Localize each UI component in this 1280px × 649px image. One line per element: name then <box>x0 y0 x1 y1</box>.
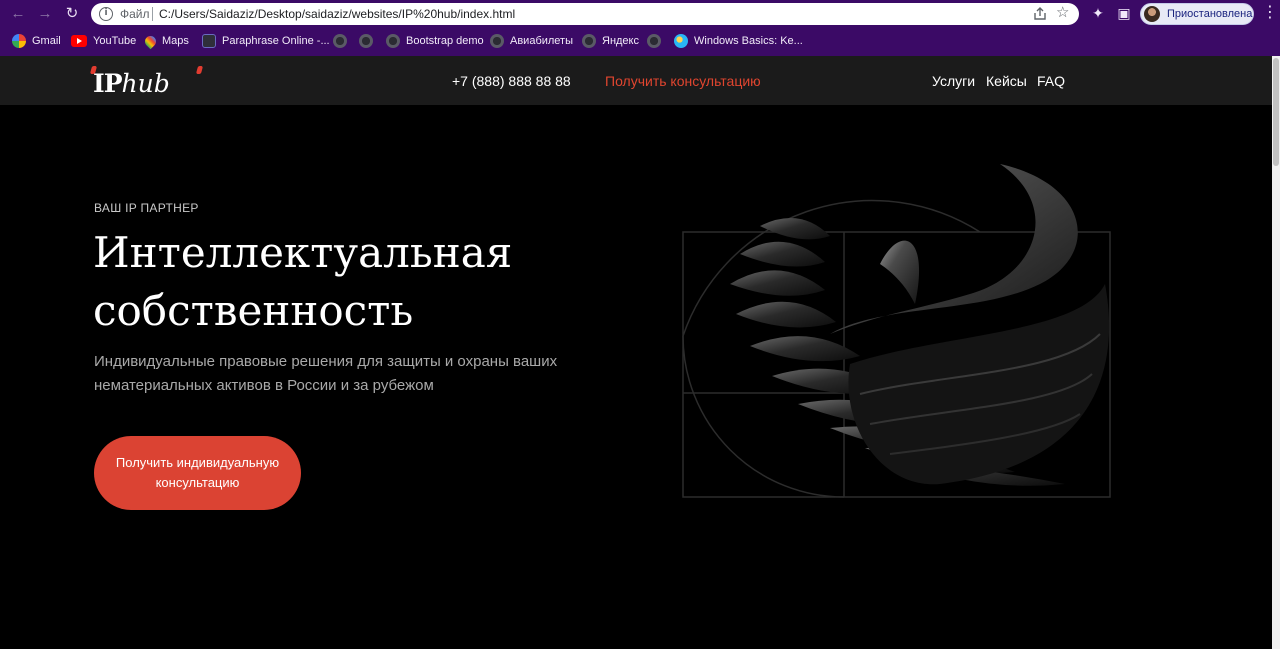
logo[interactable]: IPhub <box>89 66 204 98</box>
nav-item-cases[interactable]: Кейсы <box>986 73 1027 89</box>
address-divider <box>152 7 153 21</box>
bookmarks-bar: Gmail YouTube Maps Paraphrase Online -..… <box>0 30 1280 52</box>
back-arrow-icon[interactable]: ← <box>7 3 29 25</box>
bookmark-unnamed-3[interactable] <box>647 33 661 49</box>
bookmark-youtube[interactable]: YouTube <box>71 33 136 49</box>
hero-title-line-2: собственность <box>93 286 414 335</box>
hero-sculpture-image <box>682 164 1111 498</box>
globe-icon <box>490 34 504 48</box>
bookmark-paraphrase[interactable]: Paraphrase Online -... <box>202 33 330 49</box>
reload-icon[interactable]: ↻ <box>61 3 83 25</box>
bookmark-label: Bootstrap demo <box>406 35 484 47</box>
paraphrase-icon <box>202 34 216 48</box>
bookmark-star-icon[interactable]: ☆ <box>1056 4 1069 22</box>
page-viewport: IPhub +7 (888) 888 88 88 Получить консул… <box>0 56 1272 649</box>
browser-menu-icon[interactable]: ⋮ <box>1262 4 1278 22</box>
profile-status-label: Приостановлена <box>1167 8 1253 20</box>
hero-title: Интеллектуальная собственность <box>93 224 613 340</box>
bookmark-aviabilety[interactable]: Авиабилеты <box>490 33 573 49</box>
site-info-icon[interactable]: i <box>99 7 113 21</box>
site-header: IPhub +7 (888) 888 88 88 Получить консул… <box>0 56 1272 105</box>
bookmark-gmail[interactable]: Gmail <box>12 33 61 49</box>
globe-icon <box>647 34 661 48</box>
nav-item-services[interactable]: Услуги <box>932 73 975 89</box>
bookmark-label: Авиабилеты <box>510 35 574 47</box>
hero-description: Индивидуальные правовые решения для защи… <box>94 353 558 394</box>
spiral-body <box>830 164 1110 485</box>
hero-eyebrow: ВАШ IP ПАРТНЕР <box>94 201 199 215</box>
share-icon[interactable] <box>1032 6 1048 22</box>
address-scheme-label: Файл <box>120 7 150 21</box>
nav-item-faq[interactable]: FAQ <box>1037 73 1065 89</box>
bookmark-unnamed-2[interactable] <box>359 33 373 49</box>
bookmark-yandex[interactable]: Яндекс <box>582 33 639 49</box>
forward-arrow-icon[interactable]: → <box>34 3 56 25</box>
side-panel-icon[interactable]: ▣ <box>1115 4 1133 22</box>
get-consultation-button[interactable]: Получить индивидуальную консультацию <box>94 436 301 510</box>
bookmark-label: Яндекс <box>602 35 639 47</box>
phone-link[interactable]: +7 (888) 888 88 88 <box>452 73 571 89</box>
globe-icon <box>582 34 596 48</box>
consultation-link[interactable]: Получить консультацию <box>605 73 761 89</box>
bookmark-label: YouTube <box>93 35 137 47</box>
page-scrollbar-thumb[interactable] <box>1273 58 1279 166</box>
profile-button[interactable]: Приостановлена <box>1140 3 1254 25</box>
hero-title-line-1: Интеллектуальная <box>93 228 513 277</box>
logo-text-hub: hub <box>121 69 170 98</box>
address-bar[interactable]: i Файл C:/Users/Saidaziz/Desktop/saidazi… <box>91 3 1079 25</box>
bookmark-label: Paraphrase Online -... <box>222 35 330 47</box>
globe-icon <box>359 34 373 48</box>
browser-toolbar: ← → ↻ i Файл C:/Users/Saidaziz/Desktop/s… <box>0 0 1280 28</box>
bookmark-windows-basics[interactable]: Windows Basics: Ke... <box>674 33 803 49</box>
bookmark-bootstrap-demo[interactable]: Bootstrap demo <box>386 33 484 49</box>
bookmark-label: Maps <box>162 35 189 47</box>
globe-icon <box>386 34 400 48</box>
bookmark-label: Gmail <box>32 35 61 47</box>
youtube-icon <box>71 35 87 47</box>
windows-basics-icon <box>674 34 688 48</box>
bookmark-label: Windows Basics: Ke... <box>694 35 803 47</box>
avatar <box>1144 6 1160 22</box>
bookmark-unnamed-1[interactable] <box>333 33 347 49</box>
logo-text-ip: IP <box>93 69 122 98</box>
extensions-puzzle-icon[interactable]: ✦ <box>1089 4 1107 22</box>
address-url[interactable]: C:/Users/Saidaziz/Desktop/saidaziz/websi… <box>159 7 515 21</box>
maps-icon <box>142 33 159 49</box>
globe-icon <box>333 34 347 48</box>
browser-chrome: ← → ↻ i Файл C:/Users/Saidaziz/Desktop/s… <box>0 0 1280 56</box>
bookmark-maps[interactable]: Maps <box>142 33 189 49</box>
logo-accent-right <box>195 66 204 74</box>
google-icon <box>12 34 26 48</box>
